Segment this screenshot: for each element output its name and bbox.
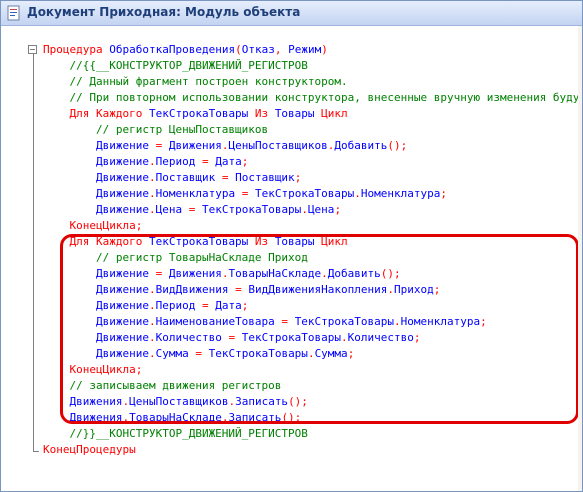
code-token: Движения — [168, 139, 222, 152]
code-token: //{{__КОНСТРУКТОР_ДВИЖЕНИЙ_РЕГИСТРОВ — [43, 59, 308, 72]
code-token: (); — [387, 139, 408, 152]
code-token: = — [235, 187, 255, 200]
code-token: = — [195, 155, 216, 168]
code-token: = — [148, 139, 169, 152]
code-line[interactable]: КонецЦикла; — [43, 218, 142, 234]
code-token: Движение — [43, 155, 149, 168]
code-line[interactable]: // регистр ЦеныПоставщиков — [43, 122, 268, 138]
code-token: ТекСтрокаТовары — [201, 203, 302, 216]
code-token: ОбработкаПроведения — [109, 43, 236, 56]
code-token: Период — [155, 155, 196, 168]
code-token: Режим — [288, 43, 322, 56]
highlight-frame — [60, 234, 579, 424]
code-token: Движение — [43, 139, 149, 152]
code-token: Номенклатура — [360, 187, 441, 200]
code-token: КонецПроцедуры — [43, 443, 136, 456]
code-token: ) — [321, 43, 328, 56]
fold-end-marker — [33, 451, 39, 452]
code-token: Процедура — [43, 43, 110, 56]
code-token: // регистр ЦеныПоставщиков — [43, 123, 269, 136]
code-token: ЦеныПоставщиков — [228, 139, 328, 152]
code-line[interactable]: Движение.Номенклатура = ТекСтрокаТовары.… — [43, 186, 447, 202]
fold-guide-line — [33, 54, 34, 452]
code-token: Цикл — [314, 107, 348, 120]
editor-right-edge — [578, 26, 582, 491]
code-token: Движение — [43, 203, 149, 216]
code-token: = — [215, 171, 236, 184]
code-token: // Данный фрагмент построен конструкторо… — [43, 75, 348, 88]
window-title: Документ Приходная: Модуль объекта — [27, 5, 301, 19]
code-editor[interactable]: Процедура ОбработкаПроведения(Отказ, Реж… — [1, 26, 582, 491]
code-line[interactable]: Движение = Движения.ЦеныПоставщиков.Доба… — [43, 138, 407, 154]
code-token: Номенклатура — [155, 187, 236, 200]
code-token: . — [148, 171, 156, 184]
code-token: Движение — [43, 171, 149, 184]
code-token: ; — [294, 171, 302, 184]
code-line[interactable]: // Данный фрагмент построен конструкторо… — [43, 74, 348, 90]
code-token: Отказ — [241, 43, 275, 56]
code-token: Движение — [43, 187, 149, 200]
code-token: ; — [135, 219, 143, 232]
code-token: Для Каждого — [43, 107, 149, 120]
code-token: ТекСтрокаТовары — [148, 107, 249, 120]
module-window: Документ Приходная: Модуль объекта Проце… — [0, 0, 583, 492]
code-token: //}}__КОНСТРУКТОР_ДВИЖЕНИЙ_РЕГИСТРОВ — [43, 427, 308, 440]
code-token: ( — [235, 43, 242, 56]
code-token: . — [148, 187, 156, 200]
module-document-icon — [7, 5, 20, 21]
code-line[interactable]: Процедура ОбработкаПроведения(Отказ, Реж… — [43, 42, 328, 58]
code-line[interactable]: Движение.Цена = ТекСтрокаТовары.Цена; — [43, 202, 341, 218]
code-token: Цена — [155, 203, 183, 216]
code-token: Из — [248, 107, 275, 120]
code-token: КонецЦикла — [43, 219, 136, 232]
code-token: Товары — [274, 107, 315, 120]
code-line[interactable]: Для Каждого ТекСтрокаТовары Из Товары Ци… — [43, 106, 348, 122]
title-bar[interactable]: Документ Приходная: Модуль объекта — [1, 1, 582, 26]
code-token: Дата — [215, 155, 242, 168]
code-token: Добавить — [334, 139, 388, 152]
code-token: ; — [440, 187, 448, 200]
code-line[interactable]: Движение.Период = Дата; — [43, 154, 248, 170]
code-token: ; — [241, 155, 249, 168]
code-token: . — [354, 187, 361, 200]
code-token: . — [148, 203, 156, 216]
code-line[interactable]: //{{__КОНСТРУКТОР_ДВИЖЕНИЙ_РЕГИСТРОВ — [43, 58, 308, 74]
code-line[interactable]: //}}__КОНСТРУКТОР_ДВИЖЕНИЙ_РЕГИСТРОВ — [43, 426, 308, 442]
code-token: Цена — [307, 203, 335, 216]
code-token: // При повторном использовании конструкт… — [69, 91, 582, 104]
code-token: . — [301, 203, 308, 216]
code-token: . — [148, 155, 156, 168]
code-line[interactable]: КонецПроцедуры — [43, 442, 136, 458]
fold-collapse-icon[interactable] — [28, 45, 37, 54]
code-token: Поставщик — [235, 171, 295, 184]
code-token: , — [274, 43, 289, 56]
editor-top-margin — [1, 26, 582, 40]
code-token: Поставщик — [155, 171, 216, 184]
code-token: = — [182, 203, 202, 216]
code-line[interactable]: // При повторном использовании конструкт… — [43, 90, 582, 106]
code-token: ; — [334, 203, 342, 216]
code-token: ТекСтрокаТовары — [254, 187, 355, 200]
code-line[interactable]: Движение.Поставщик = Поставщик; — [43, 170, 301, 186]
